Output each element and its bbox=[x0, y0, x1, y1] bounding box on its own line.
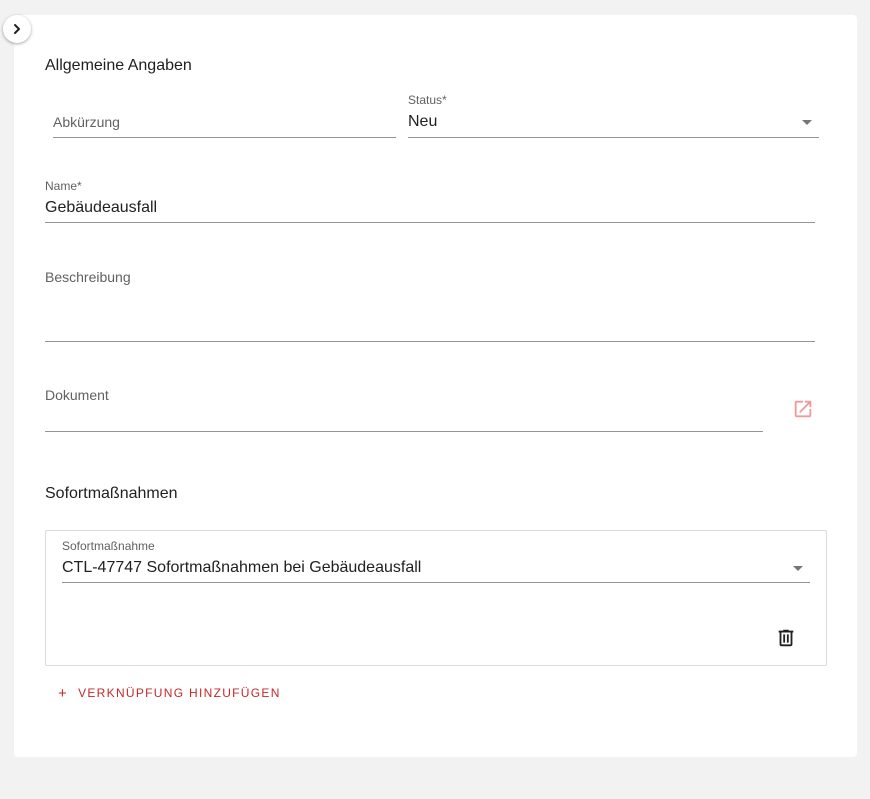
measure-select[interactable]: Sofortmaßnahme CTL-47747 Sofortmaßnahmen… bbox=[62, 539, 810, 583]
document-underline bbox=[45, 431, 763, 432]
description-underline bbox=[45, 341, 815, 342]
open-document-button[interactable] bbox=[792, 398, 814, 420]
delete-measure-button[interactable] bbox=[775, 627, 797, 649]
document-label: Dokument bbox=[45, 387, 109, 403]
open-in-new-icon bbox=[794, 400, 812, 418]
caret-down-icon bbox=[802, 120, 812, 125]
status-label: Status* bbox=[408, 93, 447, 107]
form-card: Allgemeine Angaben Abkürzung Status* Neu… bbox=[14, 15, 857, 757]
description-field[interactable]: Beschreibung bbox=[45, 269, 815, 342]
section-title-measures: Sofortmaßnahmen bbox=[45, 485, 178, 502]
chevron-right-icon bbox=[14, 24, 20, 34]
measure-value: CTL-47747 Sofortmaßnahmen bei Gebäudeaus… bbox=[62, 559, 422, 576]
name-underline bbox=[45, 222, 815, 223]
add-link-button[interactable]: + VERKNÜPFUNG HINZUFÜGEN bbox=[58, 683, 281, 703]
status-select[interactable]: Status* Neu bbox=[408, 93, 819, 138]
measure-link-card: Sofortmaßnahme CTL-47747 Sofortmaßnahmen… bbox=[45, 530, 827, 666]
name-field[interactable]: Name* Gebäudeausfall bbox=[45, 179, 815, 224]
document-field[interactable]: Dokument bbox=[45, 387, 763, 432]
add-link-label: VERKNÜPFUNG HINZUFÜGEN bbox=[78, 686, 281, 700]
name-label: Name* bbox=[45, 179, 82, 193]
abbreviation-underline bbox=[53, 137, 396, 138]
measure-label: Sofortmaßnahme bbox=[62, 539, 155, 553]
section-title-general: Allgemeine Angaben bbox=[45, 57, 192, 74]
abbreviation-field[interactable]: Abkürzung bbox=[53, 110, 396, 138]
description-label: Beschreibung bbox=[45, 269, 131, 285]
status-value: Neu bbox=[408, 113, 438, 130]
trash-icon bbox=[778, 629, 794, 647]
sidebar-toggle-button[interactable] bbox=[3, 15, 31, 43]
measure-underline bbox=[62, 582, 810, 583]
name-value: Gebäudeausfall bbox=[45, 199, 158, 216]
status-underline bbox=[408, 137, 819, 138]
caret-down-icon bbox=[793, 566, 803, 571]
abbreviation-label: Abkürzung bbox=[53, 114, 120, 130]
plus-icon: + bbox=[58, 684, 69, 702]
